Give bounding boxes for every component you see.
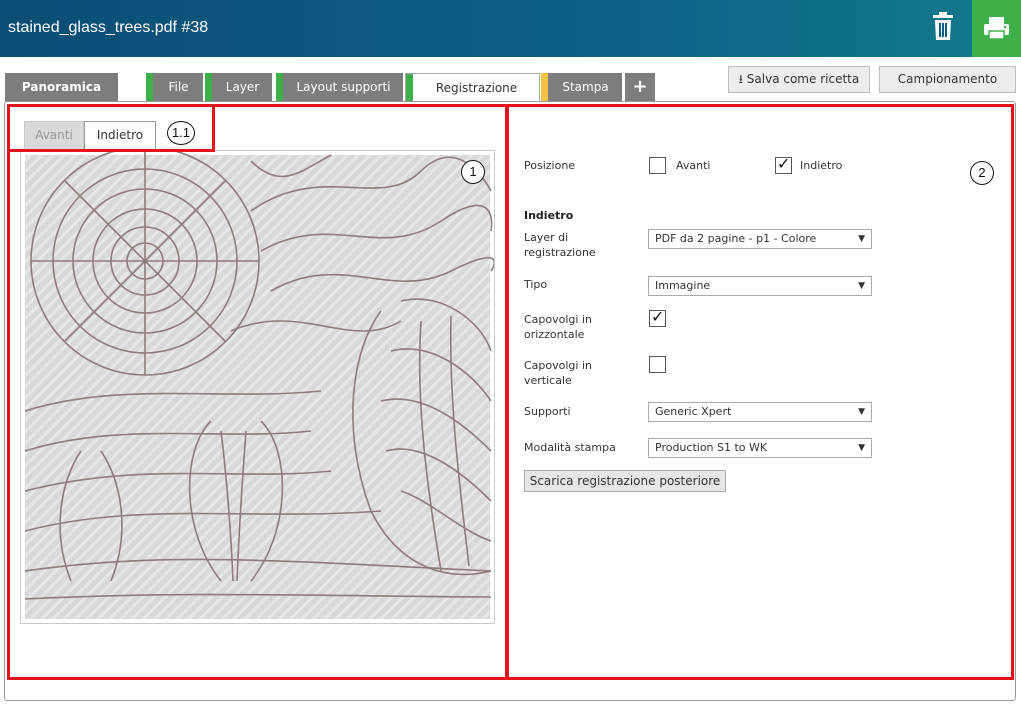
tab-stampa[interactable]: Stampa: [541, 73, 622, 102]
tab-file[interactable]: File: [146, 73, 203, 102]
trash-icon[interactable]: [930, 10, 956, 44]
print-button[interactable]: [972, 0, 1021, 57]
tab-panoramica[interactable]: Panoramica: [5, 73, 118, 102]
tab-layer[interactable]: Layer: [205, 73, 272, 102]
title-bar: stained_glass_trees.pdf #38: [0, 0, 1021, 57]
callout-2: 2: [970, 161, 994, 185]
preview-highlight-box: [7, 104, 508, 680]
add-tab-button[interactable]: +: [625, 73, 655, 102]
save-recipe-button[interactable]: ⭳ Salva come ricetta: [728, 66, 870, 93]
settings-highlight-box: [506, 104, 1014, 680]
document-title: stained_glass_trees.pdf #38: [8, 19, 209, 36]
printer-icon: [984, 17, 1009, 40]
download-icon: ⭳: [738, 72, 743, 86]
tab-registrazione[interactable]: Registrazione: [405, 73, 540, 102]
tab-layout-supporti[interactable]: Layout supporti: [276, 73, 403, 102]
plus-icon: +: [632, 76, 648, 97]
callout-1: 1: [461, 160, 485, 184]
sampling-button[interactable]: Campionamento: [879, 66, 1016, 93]
callout-1-1: 1.1: [167, 121, 195, 145]
